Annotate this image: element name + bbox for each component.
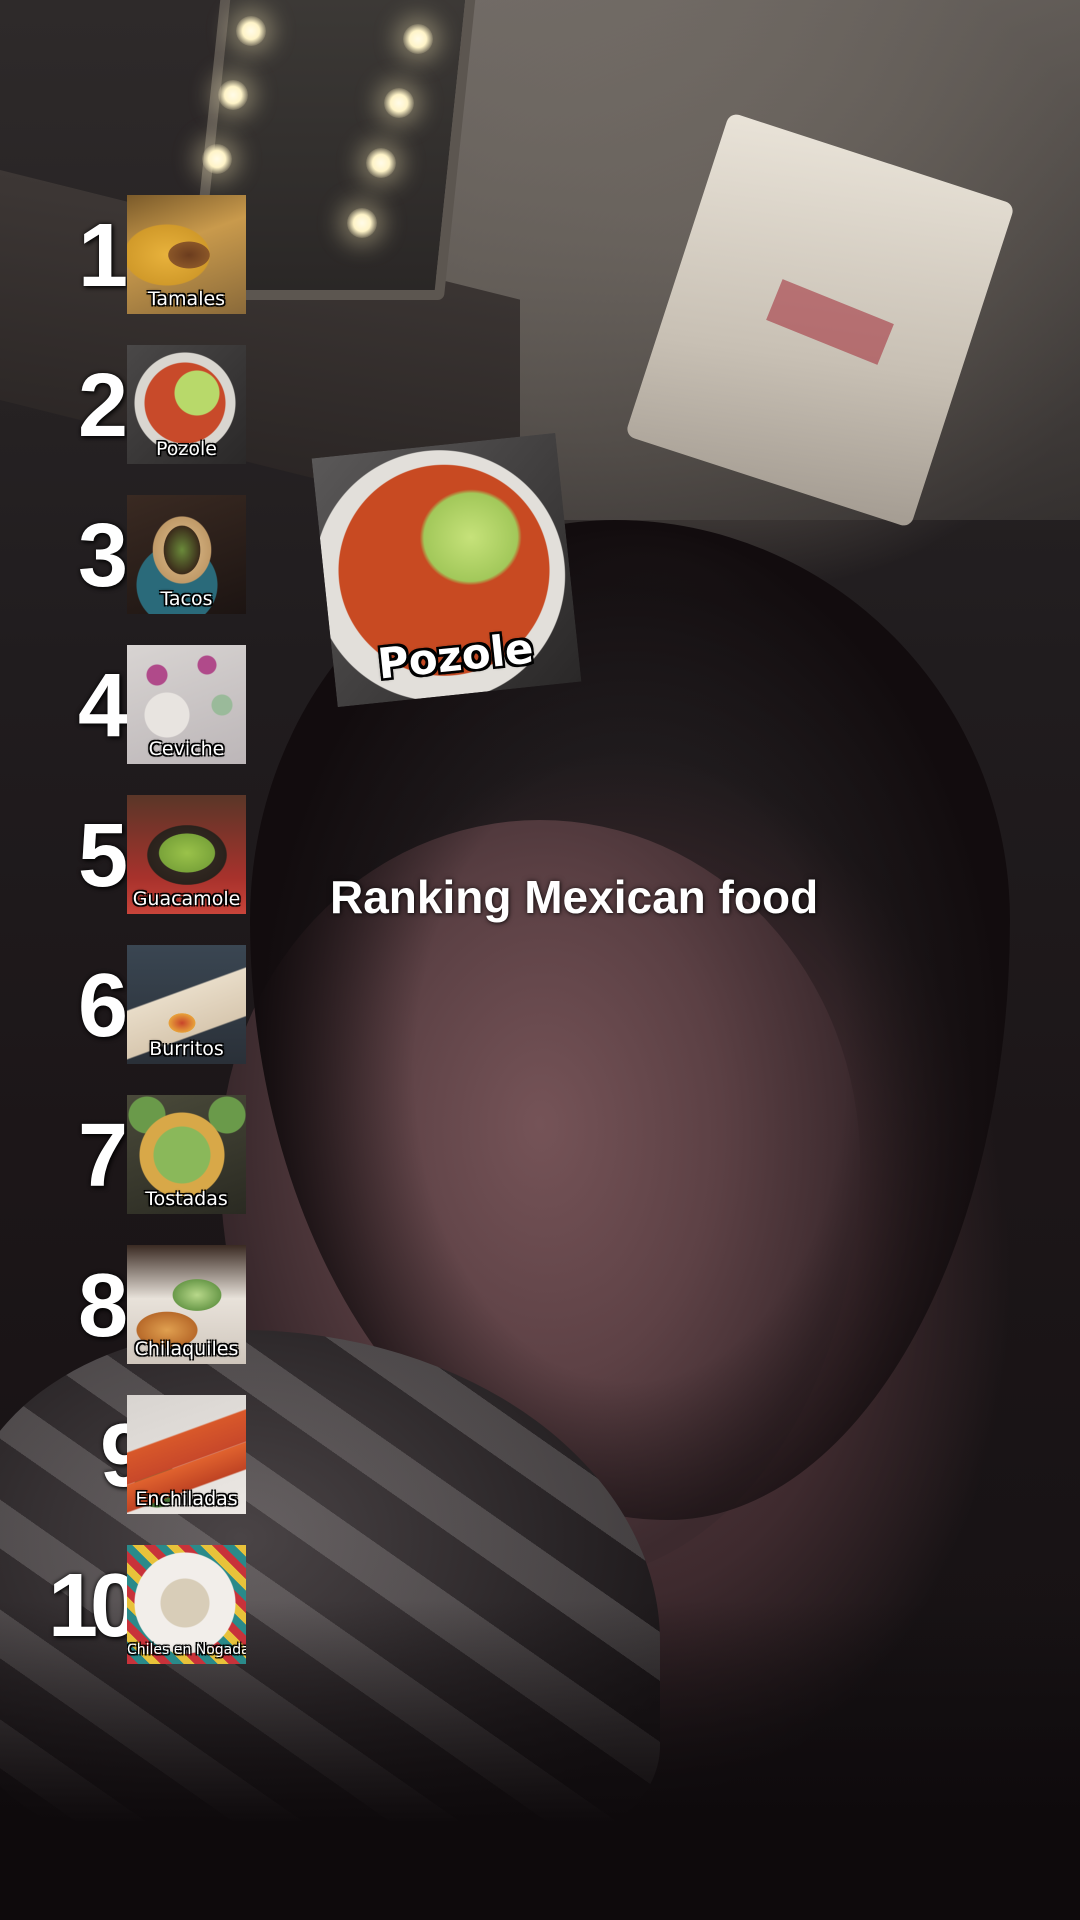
food-label: Pozole: [156, 438, 217, 460]
mirror-bulb: [218, 80, 248, 110]
ranking-slot-7[interactable]: Tostadas: [127, 1095, 246, 1214]
mirror-bulb: [366, 148, 396, 178]
food-label: Tacos: [160, 588, 213, 610]
rank-number: 8: [77, 1256, 128, 1356]
mirror-bulb: [202, 144, 232, 174]
food-label: Enchiladas: [135, 1488, 238, 1510]
rank-number: 10: [48, 1556, 140, 1656]
ranking-slot-5[interactable]: Guacamole: [127, 795, 246, 914]
food-label: Tostadas: [145, 1188, 228, 1210]
ranking-slot-3[interactable]: Tacos: [127, 495, 246, 614]
ranking-slot-10[interactable]: Chiles en Nogada: [127, 1545, 246, 1664]
ranking-slot-2[interactable]: Pozole: [127, 345, 246, 464]
food-label: Tamales: [147, 288, 226, 310]
rank-number: 6: [77, 956, 128, 1056]
rank-number: 7: [77, 1106, 128, 1206]
rank-number: 2: [77, 356, 128, 456]
food-label: Guacamole: [132, 888, 241, 910]
food-label: Burritos: [149, 1038, 224, 1060]
ranking-slot-4[interactable]: Ceviche: [127, 645, 246, 764]
rank-number: 1: [77, 206, 128, 306]
rank-number: 4: [77, 656, 128, 756]
rank-number: 3: [77, 506, 128, 606]
ranking-slot-9[interactable]: Enchiladas: [127, 1395, 246, 1514]
food-label: Ceviche: [148, 738, 225, 760]
ranking-slot-6[interactable]: Burritos: [127, 945, 246, 1064]
food-label: Chilaquiles: [134, 1338, 239, 1360]
selected-food-card[interactable]: Pozole: [311, 432, 582, 708]
food-label: Chiles en Nogada: [127, 1642, 246, 1658]
mirror-bulb: [403, 24, 433, 54]
video-title: Ranking Mexican food: [330, 871, 819, 923]
rank-number: 5: [77, 806, 128, 906]
ranking-slot-8[interactable]: Chilaquiles: [127, 1245, 246, 1364]
mirror-bulb: [384, 88, 414, 118]
mirror-bulb: [347, 208, 377, 238]
ranking-slot-1[interactable]: Tamales: [127, 195, 246, 314]
video-frame: 1 Tamales 2 Pozole 3 Tacos 4 Ceviche 5 Guacamole 6…: [0, 0, 1080, 1920]
mirror-bulb: [236, 16, 266, 46]
